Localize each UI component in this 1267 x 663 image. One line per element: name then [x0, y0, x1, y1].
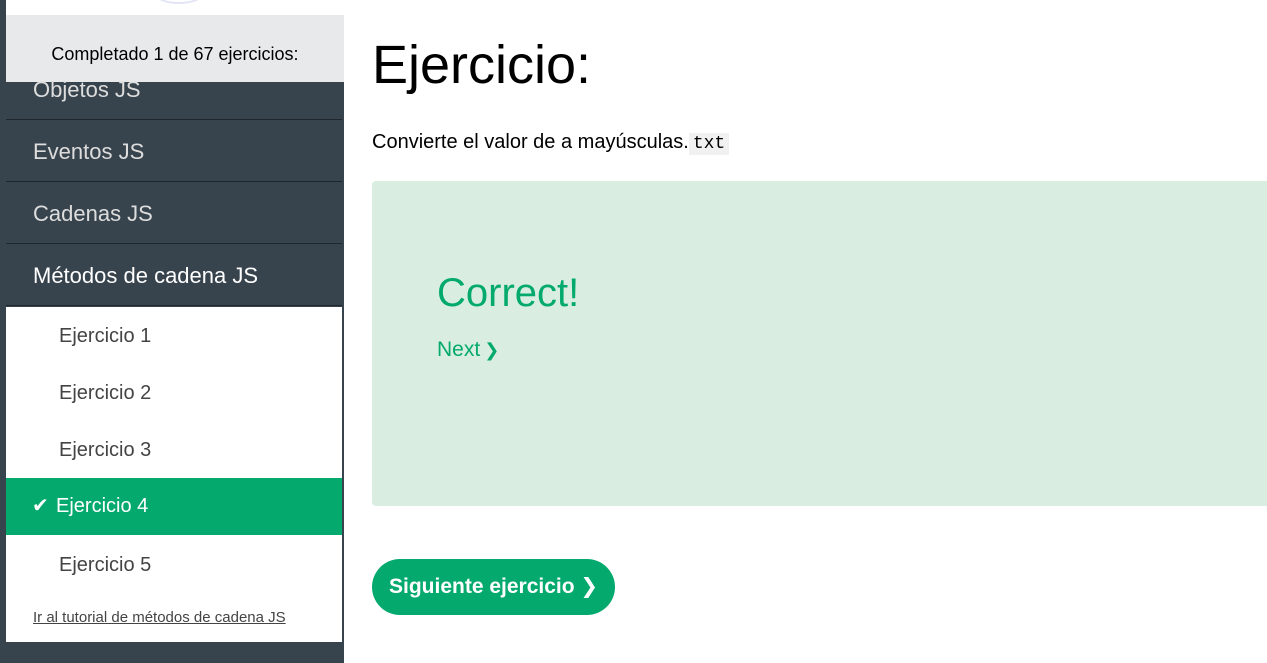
exercise-label: Ejercicio 1: [59, 325, 152, 347]
category-eventos-js[interactable]: Eventos JS: [6, 121, 342, 182]
result-panel: Correct! Next ❯: [372, 181, 1267, 506]
instruction-code: txt: [688, 133, 730, 155]
exercise-label: Ejercicio 2: [59, 382, 152, 404]
exercise-instruction: Convierte el valor de a mayúsculas. txt: [372, 128, 730, 158]
exercise-item-4[interactable]: ✔ Ejercicio 4: [6, 478, 342, 535]
result-title: Correct!: [437, 271, 580, 315]
category-objetos-js[interactable]: Objetos JS: [6, 59, 342, 120]
category-metodos-de-cadena-js[interactable]: Métodos de cadena JS: [6, 245, 342, 306]
category-label: Métodos de cadena JS: [33, 263, 259, 288]
category-cadenas-js[interactable]: Cadenas JS: [6, 183, 342, 244]
check-icon: ✔: [32, 495, 49, 517]
avatar-strip: [6, 0, 344, 15]
exercise-item-5[interactable]: Ejercicio 5: [6, 537, 342, 594]
tutorial-link[interactable]: Ir al tutorial de métodos de cadena JS: [33, 609, 286, 626]
next-link-label: Next: [437, 338, 481, 361]
exercise-item-3[interactable]: Ejercicio 3: [6, 422, 342, 479]
chevron-right-icon: ❯: [484, 340, 500, 360]
avatar: [156, 0, 202, 4]
main-content: Ejercicio: Convierte el valor de a mayús…: [344, 0, 1267, 663]
next-exercise-button[interactable]: Siguiente ejercicio ❯: [372, 559, 615, 615]
instruction-text: Convierte el valor de a mayúsculas.: [372, 131, 689, 153]
category-label: Cadenas JS: [33, 201, 153, 226]
exercise-label: Ejercicio 4: [56, 495, 149, 517]
exercise-label: Ejercicio 3: [59, 439, 152, 461]
next-link[interactable]: Next ❯: [437, 336, 499, 364]
page-title: Ejercicio:: [372, 35, 592, 95]
category-label: Objetos JS: [33, 77, 141, 102]
exercise-label: Ejercicio 5: [59, 554, 152, 576]
exercise-item-2[interactable]: Ejercicio 2: [6, 365, 342, 422]
exercise-item-1[interactable]: Ejercicio 1: [6, 308, 342, 365]
category-label: Eventos JS: [33, 139, 145, 164]
sidebar: Completado 1 de 67 ejercicios: Objetos J…: [0, 0, 344, 663]
exercise-list: Ejercicio 1 Ejercicio 2 Ejercicio 3 ✔ Eje…: [6, 307, 342, 642]
